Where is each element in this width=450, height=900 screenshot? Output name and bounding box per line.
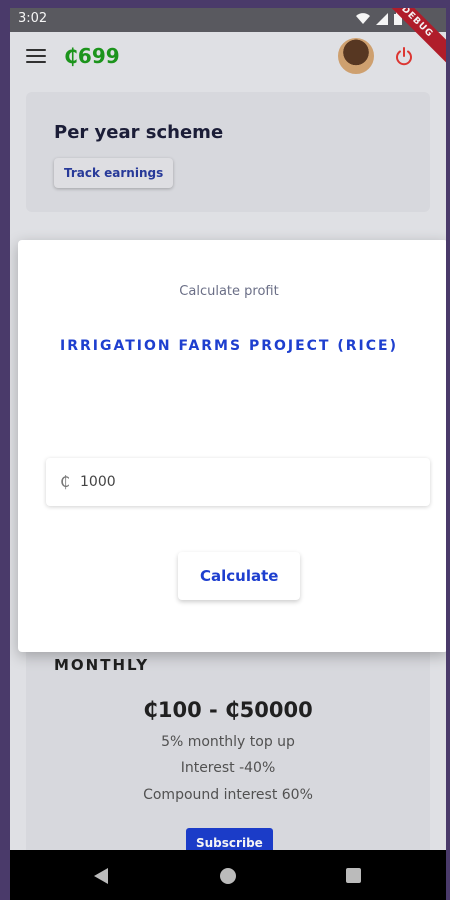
back-icon[interactable] (94, 868, 108, 884)
dialog-caption: Calculate profit (179, 284, 279, 299)
system-nav-bar (10, 850, 446, 900)
amount-input[interactable] (80, 468, 410, 496)
amount-field[interactable]: ₵ (46, 458, 430, 506)
recent-apps-icon[interactable] (346, 868, 361, 883)
calculate-button[interactable]: Calculate (178, 552, 301, 600)
home-icon[interactable] (220, 868, 236, 884)
currency-prefix: ₵ (60, 472, 71, 491)
calculate-profit-dialog: Calculate profit IRRIGATION FARMS PROJEC… (18, 240, 446, 652)
screen: 3:02 ₵699 DEBUG Per year scheme Track ea… (10, 8, 446, 850)
device-frame: 3:02 ₵699 DEBUG Per year scheme Track ea… (0, 0, 450, 900)
project-title: IRRIGATION FARMS PROJECT (RICE) (60, 338, 398, 354)
